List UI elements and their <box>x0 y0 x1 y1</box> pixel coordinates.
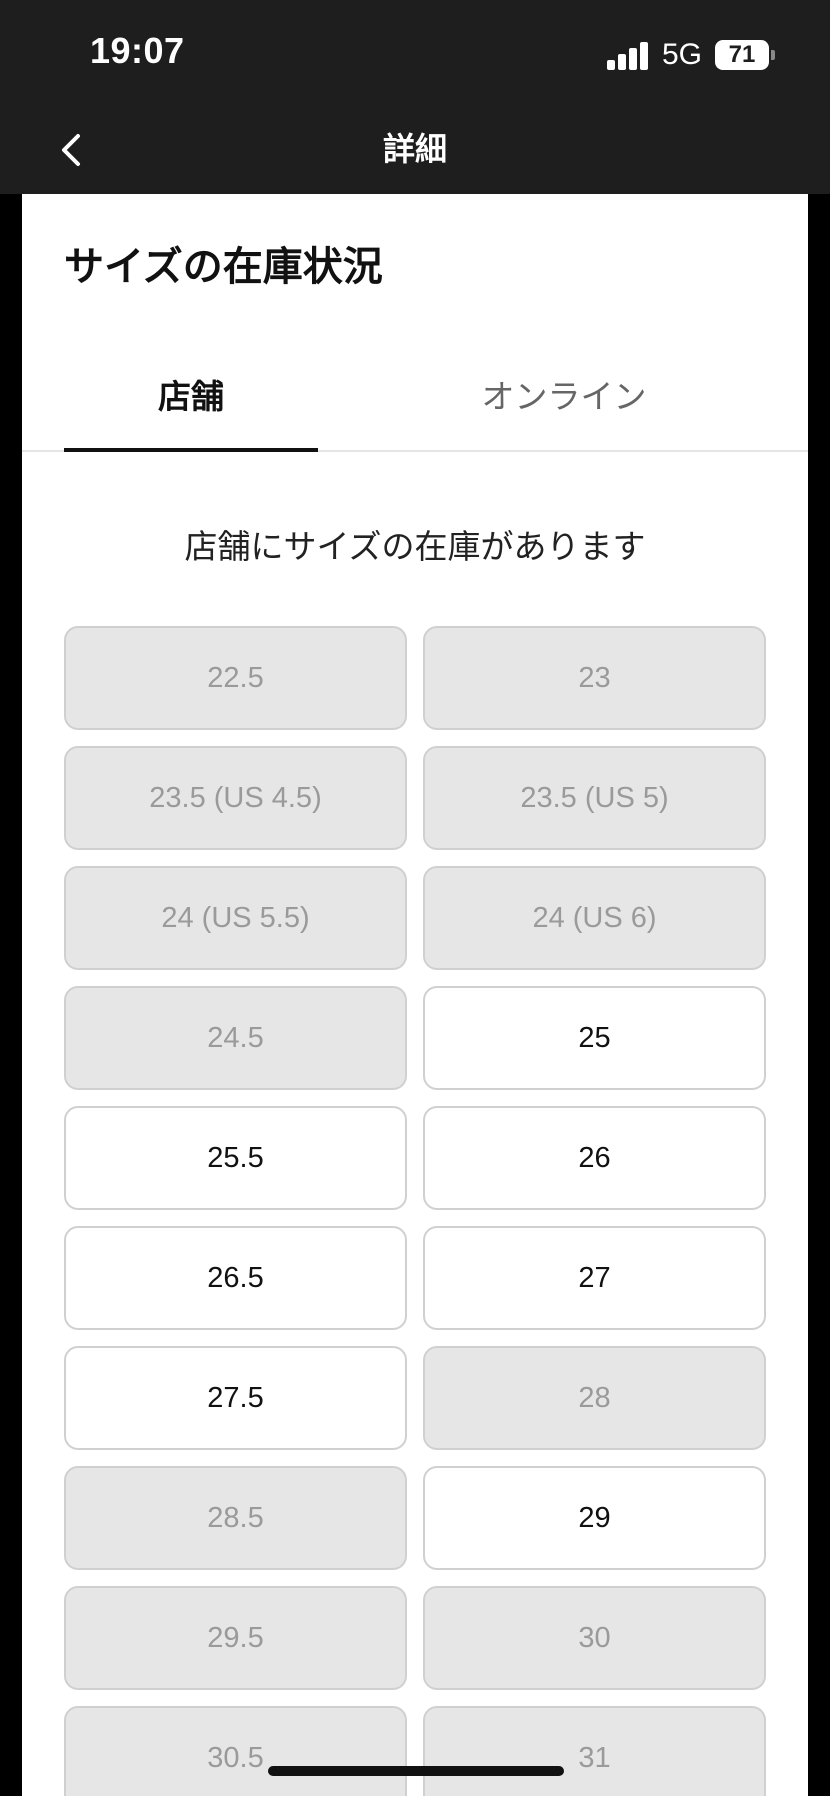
size-option[interactable]: 26 <box>423 1106 766 1210</box>
tab-online[interactable]: オンライン <box>352 364 776 450</box>
network-type: 5G <box>662 38 703 71</box>
home-indicator <box>268 1766 564 1776</box>
size-grid: 22.5 23 23.5 (US 4.5) 23.5 (US 5) 24 (US 5.5… <box>64 626 766 1796</box>
stock-message: 店舗にサイズの在庫があります <box>184 527 646 566</box>
size-option[interactable]: 27.5 <box>64 1346 407 1450</box>
size-option: 29.5 <box>64 1586 407 1690</box>
size-option: 24 (US 6) <box>423 866 766 970</box>
size-option: 24.5 <box>64 986 407 1090</box>
tab-store[interactable]: 店舗 <box>64 364 318 452</box>
size-option: 23.5 (US 4.5) <box>64 746 407 850</box>
size-option[interactable]: 29 <box>423 1466 766 1570</box>
size-option[interactable]: 25.5 <box>64 1106 407 1210</box>
size-option: 23 <box>423 626 766 730</box>
size-option: 23.5 (US 5) <box>423 746 766 850</box>
size-option: 30.5 <box>64 1706 407 1796</box>
tab-bar: 店舗 オンライン <box>22 364 808 452</box>
size-option: 30 <box>423 1586 766 1690</box>
size-option: 28 <box>423 1346 766 1450</box>
battery-level: 71 <box>728 41 756 68</box>
status-time: 19:07 <box>90 30 185 71</box>
size-option: 31 <box>423 1706 766 1796</box>
size-option: 22.5 <box>64 626 407 730</box>
sheet-title: サイズの在庫状況 <box>64 244 383 290</box>
size-option: 24 (US 5.5) <box>64 866 407 970</box>
status-bar: 19:07 5G 71 <box>0 0 830 106</box>
navigation-bar: 詳細 <box>0 106 830 194</box>
battery-nub <box>771 50 775 60</box>
page-title: 詳細 <box>382 130 447 168</box>
size-option: 28.5 <box>64 1466 407 1570</box>
cellular-signal-icon <box>607 42 649 70</box>
size-option[interactable]: 25 <box>423 986 766 1090</box>
size-option[interactable]: 26.5 <box>64 1226 407 1330</box>
size-option[interactable]: 27 <box>423 1226 766 1330</box>
size-availability-sheet: サイズの在庫状況 店舗 オンライン 店舗にサイズの在庫があります 22.5 23 2… <box>22 194 808 1796</box>
battery-icon: 71 <box>715 40 769 70</box>
